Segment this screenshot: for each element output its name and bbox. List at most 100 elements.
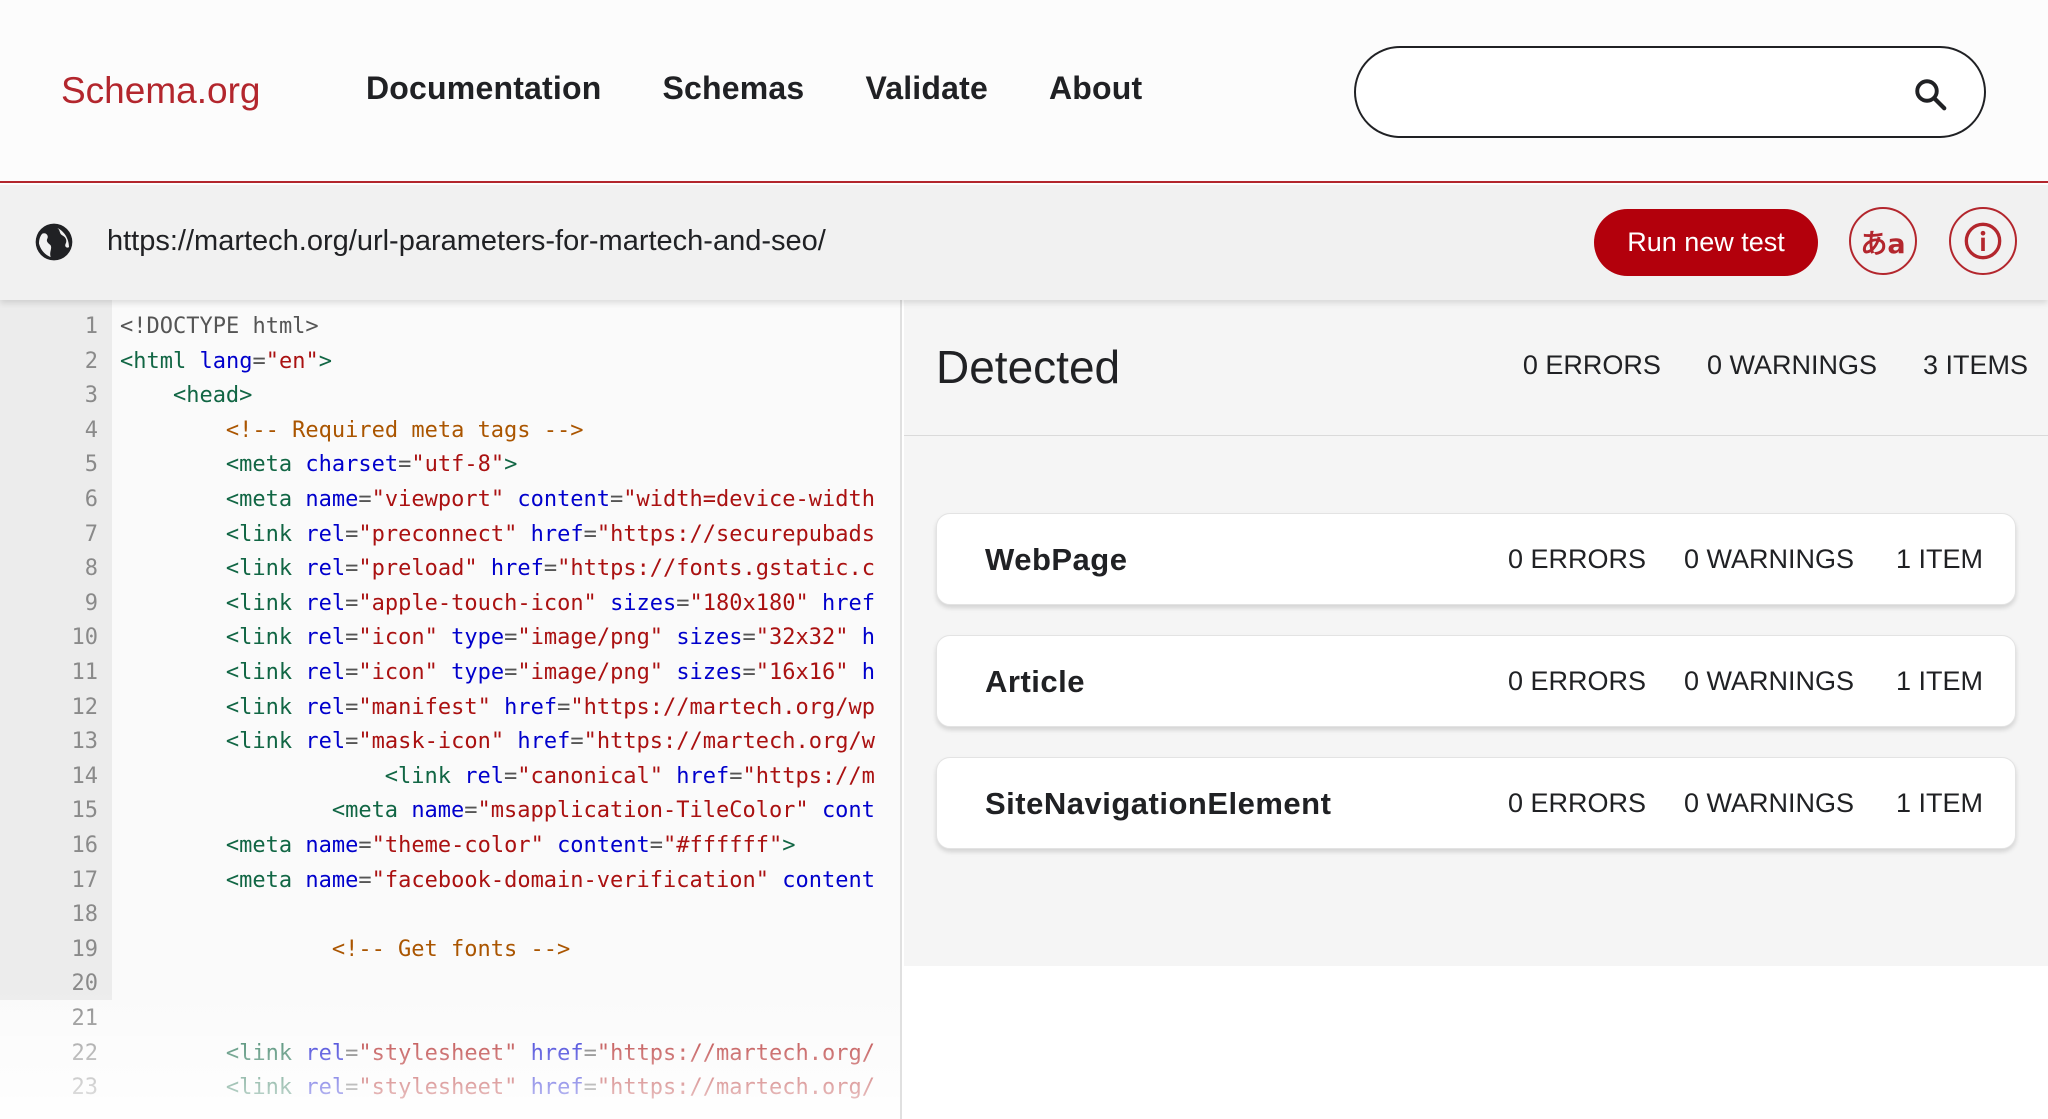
code-line: 17 <meta name="facebook-domain-verificati… [0,867,900,902]
code-token: href [676,763,730,789]
code-token: > [318,348,332,374]
code-token: = [570,729,584,755]
card-items: 1 ITEM [1895,544,1983,574]
code-text: <link rel="preload" href="https://fonts.… [226,556,875,581]
line-number: 12 [71,694,99,720]
code-token: <link [225,521,306,547]
code-text: <!DOCTYPE html> [120,314,319,339]
code-text: <meta name="theme-color" content="#fffff… [226,833,796,858]
code-token: <html [120,348,200,374]
result-card-webpage[interactable]: WebPage 0 ERRORS 0 WARNINGS 1 ITEM [936,513,2016,605]
card-stats: 0 ERRORS 0 WARNINGS 1 ITEM [1508,788,1983,819]
code-line: 15 <meta name="msapplication-TileColor" c… [0,798,900,832]
code-text: <link rel="manifest" href="https://marte… [226,695,875,720]
code-token: = [742,660,756,685]
nav-about[interactable]: About [1049,70,1142,107]
code-token: "theme-color" [371,833,544,858]
line-number: 17 [71,867,99,893]
code-token: content [517,487,611,512]
line-number: 18 [71,902,99,928]
code-fade-overlay [0,990,900,1119]
code-token: "preconnect" [358,521,518,547]
code-token: "width=device-width [623,487,875,512]
code-token: rel [305,521,346,547]
code-token: <link [225,694,306,720]
code-token: = [345,521,359,547]
source-code-panel[interactable]: 1 <!DOCTYPE html> 2 <html lang="en"> 3 <head>… [0,300,902,1119]
line-number: 2 [84,348,98,374]
code-token: = [504,763,518,789]
code-line: 14 <link rel="canonical" href="https://m [0,763,900,798]
code-token: h [861,625,876,651]
code-token: = [345,694,359,720]
code-token: "en" [265,348,319,374]
code-token: <!-- Required meta tags --> [225,417,584,443]
line-number: 19 [71,936,99,962]
code-text: <meta charset="utf-8"> [226,452,517,477]
info-button[interactable] [1949,207,2017,275]
result-card-article[interactable]: Article 0 ERRORS 0 WARNINGS 1 ITEM [936,635,2016,727]
code-token: <link [384,763,465,789]
language-button[interactable]: あa [1849,207,1917,275]
main-nav: Documentation Schemas Validate About [366,70,1142,107]
code-token: = [742,625,756,651]
code-token: h [861,660,876,685]
run-new-test-button[interactable]: Run new test [1594,209,1818,276]
card-type-name: Article [985,664,1085,699]
line-number: 9 [84,590,98,616]
code-token: "utf-8" [411,452,505,478]
code-token: "mask-icon" [358,729,505,755]
code-token: name [305,487,359,512]
code-token: "180x180" [689,590,809,616]
card-errors: 0 ERRORS [1507,544,1647,574]
results-panel: Detected 0 ERRORS 0 WARNINGS 3 ITEMS Web… [904,300,2048,1119]
code-token: "32x32" [755,625,849,651]
code-token: "image/png" [517,660,664,685]
card-warnings: 0 WARNINGS [1683,666,1854,696]
search-input[interactable] [1384,66,1904,118]
code-line: 19 <!-- Get fonts --> [0,936,900,971]
search-icon[interactable] [1912,76,1948,112]
code-token: rel [464,763,505,789]
code-token: sizes [676,625,743,651]
code-token: = [345,660,359,685]
nav-documentation[interactable]: Documentation [366,70,602,107]
result-card-sitenavigationelement[interactable]: SiteNavigationElement 0 ERRORS 0 WARNING… [936,757,2016,849]
code-token: <meta [225,452,306,478]
code-token: <link [225,660,306,685]
site-logo[interactable]: Schema.org [61,70,261,112]
code-token: = [345,729,359,755]
code-token: <meta [331,798,412,824]
card-errors: 0 ERRORS [1507,788,1647,818]
nav-schemas[interactable]: Schemas [663,70,805,107]
code-token: lang [199,348,253,374]
code-token: > [504,452,518,478]
warnings-count: 0 WARNINGS [1706,350,1877,380]
line-number: 4 [84,417,98,443]
code-line: 1 <!DOCTYPE html> [0,314,900,348]
code-text: <html lang="en"> [120,349,332,374]
nav-validate[interactable]: Validate [865,70,988,107]
code-token: <link [225,729,306,755]
code-token: rel [305,694,346,720]
code-line: 18 [0,902,900,936]
code-token: "viewport" [371,487,505,512]
code-token: <link [225,590,306,616]
line-number: 10 [71,625,99,651]
card-warnings: 0 WARNINGS [1683,788,1854,818]
code-text: <meta name="viewport" content="width=dev… [226,487,875,512]
code-line: 9 <link rel="apple-touch-icon" sizes="180… [0,590,900,625]
code-token: <!DOCTYPE html> [120,314,319,339]
code-line: 11 <link rel="icon" type="image/png" size… [0,660,900,694]
code-token: sizes [610,590,677,616]
code-token: href [517,729,571,755]
card-type-name: WebPage [985,542,1128,577]
code-token: "16x16" [755,660,849,685]
